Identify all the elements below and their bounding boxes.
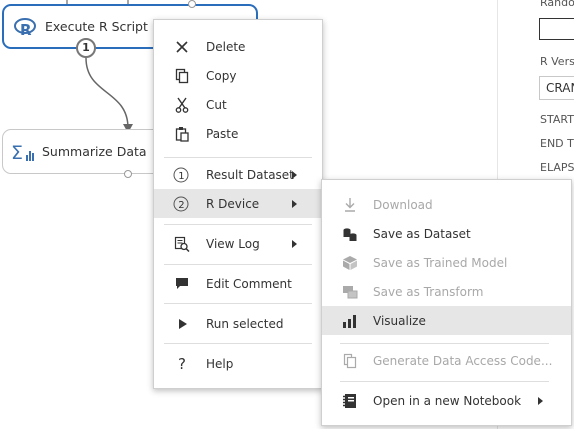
module-label: Execute R Script: [45, 19, 148, 34]
visualize-icon: [342, 313, 358, 329]
port-1-icon: 1: [173, 167, 189, 183]
menu-item-r-device[interactable]: 2 R Device: [154, 189, 322, 218]
trained-model-icon: [342, 255, 358, 271]
submenu-arrow-icon: [292, 239, 297, 248]
svg-text:Σ: Σ: [11, 142, 23, 163]
transform-icon: [342, 284, 358, 300]
submenu-arrow-icon: [538, 396, 543, 405]
submenu-item-download[interactable]: Download: [322, 190, 571, 219]
submenu-item-generate-data-access-code[interactable]: Generate Data Access Code...: [322, 346, 571, 375]
submenu-item-open-in-notebook[interactable]: Open in a new Notebook: [322, 386, 571, 415]
menu-separator: [340, 381, 549, 382]
menu-item-delete[interactable]: Delete: [154, 32, 322, 61]
menu-separator: [164, 157, 312, 158]
port-2-icon: 2: [173, 196, 189, 212]
sigma-icon: Σ: [11, 141, 35, 164]
module-label: Summarize Data: [42, 144, 147, 159]
r-version-select[interactable]: CRAN: [539, 76, 574, 100]
r-script-icon: R: [14, 16, 36, 39]
start-time-label: START: [540, 113, 574, 126]
menu-item-view-log[interactable]: View Log: [154, 229, 322, 258]
menu-item-cut[interactable]: Cut: [154, 90, 322, 119]
svg-text:2: 2: [178, 200, 184, 211]
menu-item-copy[interactable]: Copy: [154, 61, 322, 90]
menu-separator: [164, 343, 312, 344]
svg-text:1: 1: [178, 171, 184, 182]
output-port-badge[interactable]: 1: [76, 38, 96, 58]
menu-item-paste[interactable]: Paste: [154, 119, 322, 148]
download-icon: [342, 197, 358, 213]
submenu-arrow-icon: [292, 170, 297, 179]
elapsed-time-label: ELAPS: [540, 161, 574, 174]
data-access-code-icon: [342, 353, 358, 369]
context-menu: Delete Copy Cut Paste 1 Result Dataset 2…: [153, 19, 323, 389]
notebook-icon: [342, 393, 358, 409]
menu-item-edit-comment[interactable]: Edit Comment: [154, 269, 322, 298]
menu-separator: [164, 264, 312, 265]
copy-icon: [174, 68, 190, 84]
menu-separator: [164, 224, 312, 225]
r-version-label: R Vers: [540, 55, 574, 68]
menu-separator: [164, 303, 312, 304]
r-device-submenu: Download Save as Dataset Save as Trained…: [321, 179, 572, 426]
menu-item-run-selected[interactable]: Run selected: [154, 309, 322, 338]
help-icon: ?: [178, 354, 186, 373]
submenu-item-save-as-trained-model[interactable]: Save as Trained Model: [322, 248, 571, 277]
submenu-item-save-as-transform[interactable]: Save as Transform: [322, 277, 571, 306]
play-icon: [174, 316, 190, 332]
submenu-arrow-icon: [292, 199, 297, 208]
submenu-item-save-as-dataset[interactable]: Save as Dataset: [322, 219, 571, 248]
output-port[interactable]: [124, 170, 132, 178]
paste-icon: [174, 126, 190, 142]
random-seed-input[interactable]: [539, 18, 574, 40]
view-log-icon: [174, 236, 190, 252]
svg-text:R: R: [20, 21, 32, 38]
save-dataset-icon: [342, 226, 358, 242]
delete-x-icon: [174, 39, 190, 55]
scissors-icon: [174, 97, 190, 113]
submenu-item-visualize[interactable]: Visualize: [322, 306, 571, 335]
comment-icon: [174, 276, 190, 292]
random-seed-label: Rando: [540, 0, 574, 9]
end-time-label: END T: [540, 137, 574, 150]
menu-separator: [340, 343, 549, 344]
input-port[interactable]: [188, 0, 196, 8]
menu-item-result-dataset[interactable]: 1 Result Dataset: [154, 160, 322, 189]
menu-item-help[interactable]: ? Help: [154, 349, 322, 378]
